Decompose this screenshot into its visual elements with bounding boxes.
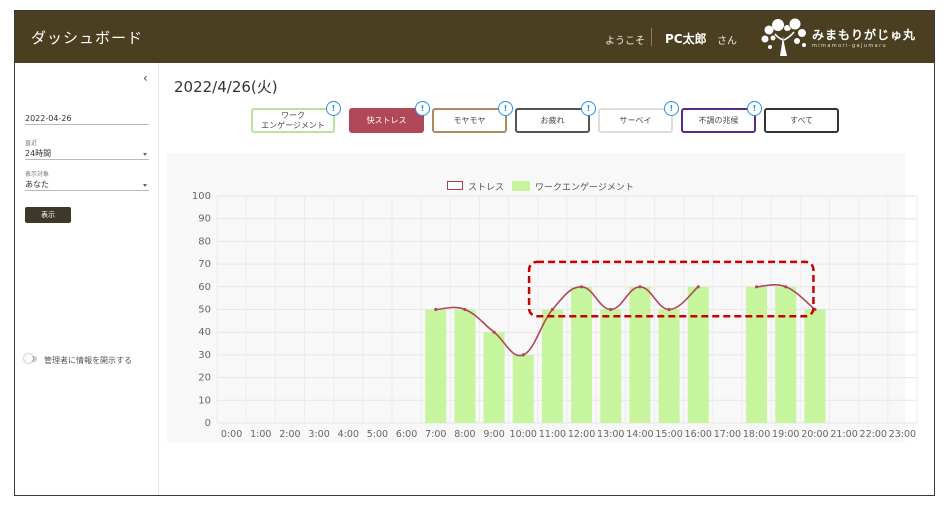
user-name[interactable]: PC太郎 bbox=[665, 30, 707, 47]
x-tick-label: 9:00 bbox=[483, 429, 504, 440]
y-tick-label: 10 bbox=[198, 395, 211, 406]
stress-point bbox=[784, 285, 788, 289]
x-tick-label: 4:00 bbox=[338, 429, 359, 440]
y-tick-label: 0 bbox=[205, 418, 211, 429]
work-engagement-bar bbox=[658, 309, 680, 423]
stress-point bbox=[434, 307, 438, 312]
work-engagement-bar bbox=[629, 286, 651, 423]
x-tick-label: 20:00 bbox=[801, 429, 828, 440]
disclose-toggle-label: 管理者に情報を開示する bbox=[44, 356, 132, 365]
brand-name: みまもりがじゅ丸 bbox=[812, 28, 917, 42]
x-tick-label: 23:00 bbox=[889, 429, 916, 440]
stress-point bbox=[609, 307, 613, 312]
x-tick-label: 8:00 bbox=[454, 429, 475, 440]
show-button[interactable]: 表示 bbox=[25, 207, 71, 223]
y-tick-label: 50 bbox=[198, 305, 211, 316]
stress-point bbox=[492, 330, 496, 334]
chevron-down-icon bbox=[143, 184, 147, 187]
y-tick-label: 30 bbox=[198, 350, 211, 361]
work-engagement-bar bbox=[571, 286, 593, 423]
target-select[interactable]: 表示対象 あなた bbox=[25, 171, 149, 191]
sidebar: ‹ 2022-04-26 直近 24時間 表示対象 あなた 表示 管理者に情報を… bbox=[15, 63, 159, 495]
brand-logo-icon bbox=[761, 18, 806, 56]
stress-point bbox=[754, 285, 759, 289]
app-window: ダッシュボード ようこそ PC太郎 さん みまもりがじゅ丸 mimamori-g… bbox=[14, 10, 935, 496]
main-content: 2022/4/26(火) ワーク エンゲージメント ! 快ストレス ! モヤモヤ… bbox=[159, 63, 934, 495]
x-tick-label: 21:00 bbox=[830, 429, 857, 440]
x-tick-label: 7:00 bbox=[425, 429, 446, 440]
header-divider bbox=[651, 28, 652, 46]
work-engagement-bar bbox=[483, 332, 505, 423]
x-tick-label: 3:00 bbox=[308, 429, 329, 440]
page-title: ダッシュボード bbox=[31, 29, 144, 47]
stress-point bbox=[579, 285, 584, 289]
stress-point bbox=[550, 307, 555, 312]
period-select-label: 直近 bbox=[25, 140, 38, 147]
x-tick-label: 15:00 bbox=[655, 429, 682, 440]
stress-point bbox=[696, 285, 700, 289]
x-tick-label: 10:00 bbox=[510, 429, 537, 440]
engagement-stress-chart: 0 10 20 30 40 50 60 70 80 90 100 0:00 1:00 2:00 3:00 4:… bbox=[192, 191, 918, 440]
collapse-sidebar-icon[interactable]: ‹ bbox=[143, 71, 148, 85]
period-select-value: 24時間 bbox=[25, 149, 52, 158]
x-tick-label: 19:00 bbox=[772, 429, 799, 440]
x-tick-label: 5:00 bbox=[367, 429, 388, 440]
work-engagement-bar bbox=[687, 286, 709, 423]
work-engagement-bar bbox=[454, 309, 476, 423]
y-tick-label: 20 bbox=[198, 373, 211, 384]
welcome-text: ようこそ bbox=[605, 36, 645, 47]
stress-point bbox=[667, 307, 671, 312]
work-engagement-bar bbox=[775, 286, 797, 423]
work-engagement-bar bbox=[746, 286, 768, 423]
header-bar: ダッシュボード ようこそ PC太郎 さん みまもりがじゅ丸 mimamori-g… bbox=[15, 11, 934, 63]
chevron-down-icon bbox=[143, 153, 147, 156]
y-tick-label: 60 bbox=[198, 282, 211, 293]
x-tick-label: 17:00 bbox=[714, 429, 741, 440]
period-select[interactable]: 直近 24時間 bbox=[25, 140, 149, 160]
x-tick-label: 13:00 bbox=[597, 429, 624, 440]
x-tick-label: 22:00 bbox=[860, 429, 887, 440]
y-tick-label: 80 bbox=[198, 236, 211, 247]
work-engagement-bar bbox=[512, 354, 534, 423]
x-tick-label: 18:00 bbox=[743, 429, 770, 440]
x-tick-label: 14:00 bbox=[626, 429, 653, 440]
x-tick-label: 16:00 bbox=[685, 429, 712, 440]
honorific-text: さん bbox=[717, 36, 737, 47]
stress-point bbox=[463, 307, 467, 312]
date-field[interactable]: 2022-04-26 bbox=[25, 113, 149, 125]
disclose-toggle[interactable] bbox=[24, 354, 37, 363]
x-tick-label: 0:00 bbox=[221, 429, 242, 440]
work-engagement-bar bbox=[425, 309, 447, 423]
stress-point bbox=[521, 353, 525, 357]
y-tick-label: 40 bbox=[198, 327, 211, 338]
target-select-value: あなた bbox=[25, 180, 49, 189]
x-tick-label: 12:00 bbox=[568, 429, 595, 440]
y-tick-label: 70 bbox=[198, 259, 211, 270]
x-tick-label: 1:00 bbox=[250, 429, 271, 440]
work-engagement-bar bbox=[804, 309, 826, 423]
target-select-label: 表示対象 bbox=[25, 171, 50, 178]
stress-point bbox=[638, 285, 642, 289]
x-tick-label: 11:00 bbox=[539, 429, 566, 440]
y-tick-label: 90 bbox=[198, 214, 211, 225]
date-field-value: 2022-04-26 bbox=[25, 114, 72, 123]
work-engagement-bar bbox=[541, 309, 563, 423]
x-tick-label: 6:00 bbox=[396, 429, 417, 440]
toggle-knob bbox=[24, 354, 33, 363]
work-engagement-bar bbox=[600, 309, 622, 423]
brand-subtitle: mimamori-gajumaru bbox=[812, 43, 888, 49]
x-tick-label: 2:00 bbox=[279, 429, 300, 440]
y-tick-label: 100 bbox=[192, 191, 211, 202]
